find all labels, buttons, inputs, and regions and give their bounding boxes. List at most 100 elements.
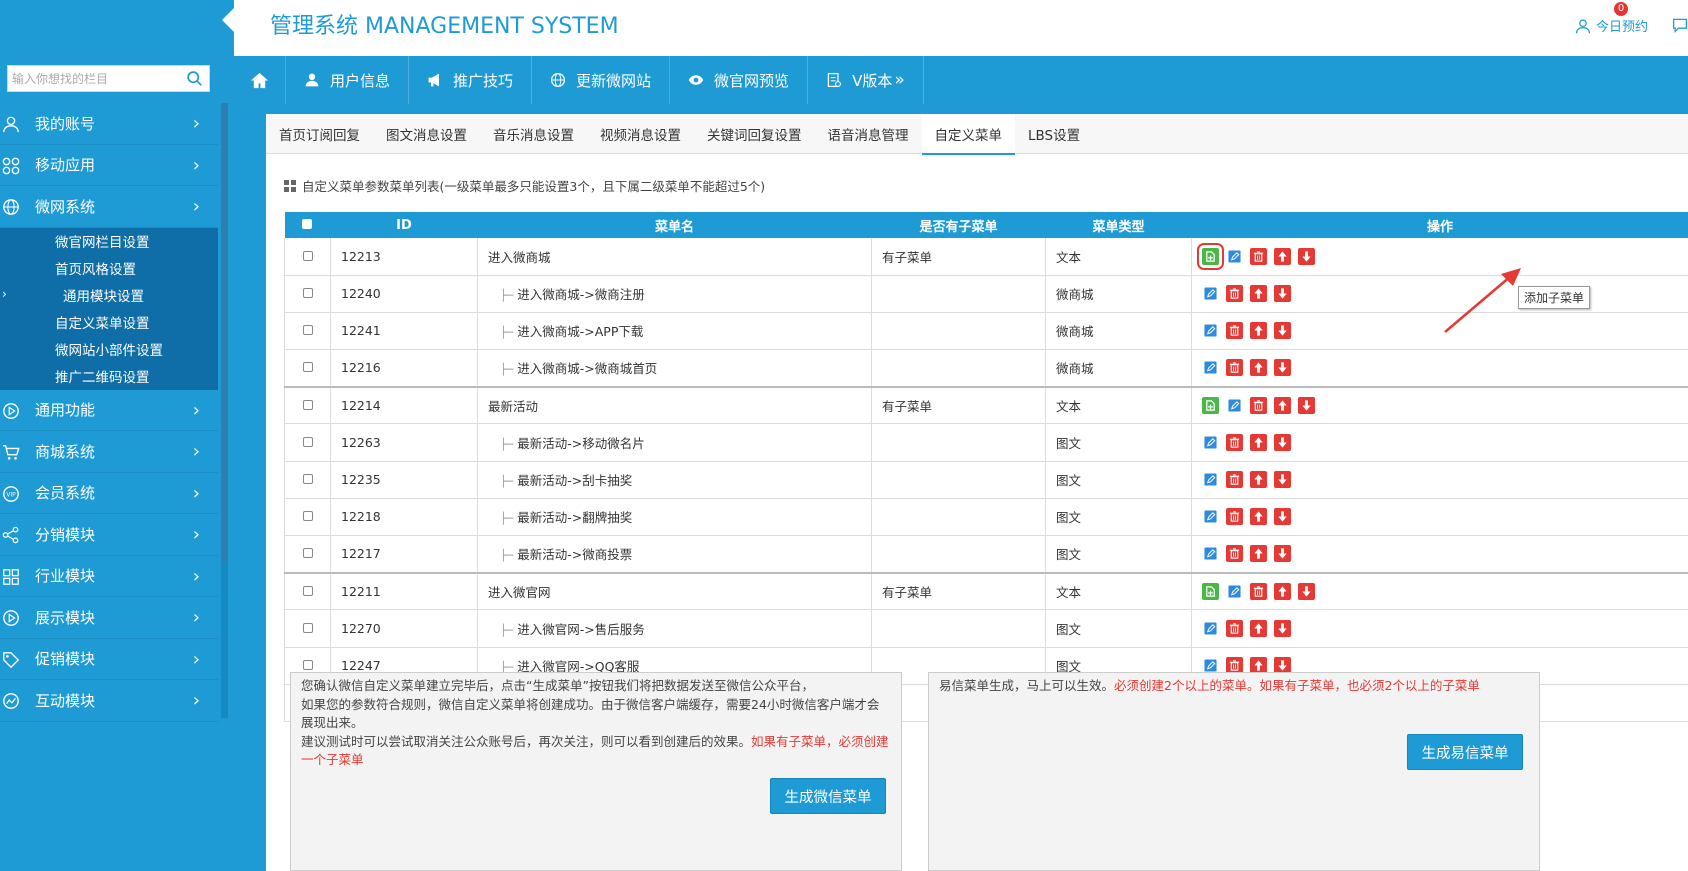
- move-up-icon[interactable]: [1250, 508, 1267, 526]
- add-submenu-icon[interactable]: [1197, 242, 1224, 270]
- generate-wechat-menu-button[interactable]: 生成微信菜单: [770, 778, 886, 814]
- move-down-icon[interactable]: [1274, 471, 1291, 489]
- search-icon[interactable]: [186, 70, 203, 87]
- generate-yixin-menu-button[interactable]: 生成易信菜单: [1407, 734, 1523, 770]
- home-button[interactable]: [234, 56, 286, 104]
- move-up-icon[interactable]: [1250, 545, 1267, 563]
- row-checkbox[interactable]: [302, 400, 313, 411]
- tab-news-message[interactable]: 图文消息设置: [373, 114, 480, 154]
- edit-icon[interactable]: [1202, 508, 1219, 526]
- move-up-icon[interactable]: [1250, 359, 1267, 377]
- delete-icon[interactable]: [1250, 583, 1267, 601]
- edit-icon[interactable]: [1226, 397, 1243, 415]
- edit-icon[interactable]: [1202, 545, 1219, 563]
- sidebar-item-distribution[interactable]: 分销模块 ›: [0, 514, 218, 556]
- tab-lbs[interactable]: LBS设置: [1015, 114, 1093, 154]
- sidebar-item-interactive[interactable]: 互动模块 ›: [0, 680, 218, 722]
- row-checkbox[interactable]: [302, 622, 313, 633]
- delete-icon[interactable]: [1226, 322, 1243, 340]
- row-checkbox[interactable]: [302, 660, 313, 671]
- delete-icon[interactable]: [1226, 434, 1243, 452]
- tab-subscribe-reply[interactable]: 首页订阅回复: [266, 114, 373, 154]
- sidebar-item-promotion[interactable]: 促销模块 ›: [0, 638, 218, 680]
- edit-icon[interactable]: [1202, 359, 1219, 377]
- sidebar-subitem-column[interactable]: 微官网栏目设置: [0, 228, 218, 255]
- delete-icon[interactable]: [1226, 619, 1243, 637]
- move-up-icon[interactable]: [1274, 583, 1291, 601]
- add-submenu-icon[interactable]: [1202, 397, 1219, 415]
- search-input[interactable]: [8, 66, 178, 91]
- edit-icon[interactable]: [1202, 434, 1219, 452]
- delete-icon[interactable]: [1226, 508, 1243, 526]
- row-checkbox[interactable]: [302, 250, 313, 261]
- row-checkbox[interactable]: [302, 437, 313, 448]
- tab-custom-menu[interactable]: 自定义菜单: [921, 114, 1015, 155]
- row-checkbox[interactable]: [302, 548, 313, 559]
- move-down-icon[interactable]: [1298, 397, 1315, 415]
- add-submenu-icon[interactable]: [1202, 583, 1219, 601]
- edit-icon[interactable]: [1202, 471, 1219, 489]
- sidebar-item-common[interactable]: 通用功能 ›: [0, 389, 218, 431]
- delete-icon[interactable]: [1226, 359, 1243, 377]
- move-down-icon[interactable]: [1274, 508, 1291, 526]
- tab-keyword-reply[interactable]: 关键词回复设置: [694, 114, 815, 154]
- delete-icon[interactable]: [1226, 545, 1243, 563]
- tab-video-message[interactable]: 视频消息设置: [587, 114, 694, 154]
- move-down-icon[interactable]: [1298, 583, 1315, 601]
- move-down-icon[interactable]: [1274, 285, 1291, 303]
- move-down-icon[interactable]: [1298, 247, 1315, 265]
- topnav-preview-site[interactable]: 微官网预览: [670, 56, 809, 104]
- sidebar-item-industry[interactable]: 行业模块 ›: [0, 555, 218, 597]
- sidebar-subitem-widgets[interactable]: 微网站小部件设置: [0, 336, 218, 363]
- tab-voice-message[interactable]: 语音消息管理: [815, 114, 922, 154]
- move-up-icon[interactable]: [1250, 471, 1267, 489]
- row-checkbox[interactable]: [302, 288, 313, 299]
- chat-icon[interactable]: [1672, 17, 1688, 33]
- edit-icon[interactable]: [1202, 619, 1219, 637]
- sidebar-item-display[interactable]: 展示模块 ›: [0, 597, 218, 639]
- row-checkbox[interactable]: [302, 474, 313, 485]
- sidebar-search[interactable]: [7, 65, 210, 92]
- edit-icon[interactable]: [1202, 285, 1219, 303]
- move-down-icon[interactable]: [1274, 619, 1291, 637]
- sidebar-item-microsite[interactable]: 微网系统 ›: [0, 186, 218, 228]
- move-down-icon[interactable]: [1274, 322, 1291, 340]
- today-appointments-link[interactable]: 今日预约: [1575, 16, 1648, 35]
- sidebar-subitem-style[interactable]: 首页风格设置: [0, 255, 218, 282]
- move-up-icon[interactable]: [1250, 322, 1267, 340]
- topnav-version[interactable]: V版本 »: [808, 56, 924, 104]
- select-all-checkbox[interactable]: [302, 218, 313, 229]
- app-title: 管理系统 MANAGEMENT SYSTEM: [270, 14, 619, 39]
- move-up-icon[interactable]: [1274, 247, 1291, 265]
- topnav-update-site[interactable]: 更新微网站: [532, 56, 671, 104]
- sidebar-item-shop[interactable]: 商城系统 ›: [0, 431, 218, 473]
- sidebar-scrollbar[interactable]: [221, 103, 228, 563]
- row-checkbox[interactable]: [302, 586, 313, 597]
- row-checkbox[interactable]: [302, 511, 313, 522]
- sidebar-item-account[interactable]: 我的账号 ›: [0, 103, 218, 145]
- row-checkbox[interactable]: [302, 325, 313, 336]
- move-up-icon[interactable]: [1250, 285, 1267, 303]
- edit-icon[interactable]: [1226, 247, 1243, 265]
- delete-icon[interactable]: [1226, 471, 1243, 489]
- sidebar-subitem-qrcode[interactable]: 推广二维码设置: [0, 363, 218, 390]
- move-up-icon[interactable]: [1250, 619, 1267, 637]
- sidebar-subitem-common-module[interactable]: › 通用模块设置: [0, 282, 218, 309]
- row-checkbox[interactable]: [302, 362, 313, 373]
- move-up-icon[interactable]: [1250, 434, 1267, 452]
- tab-music-message[interactable]: 音乐消息设置: [480, 114, 587, 154]
- topnav-promotion-tips[interactable]: 推广技巧: [409, 56, 533, 104]
- edit-icon[interactable]: [1226, 583, 1243, 601]
- sidebar-subitem-custom-menu[interactable]: 自定义菜单设置: [0, 309, 218, 336]
- topnav-user-info[interactable]: 用户信息: [286, 56, 410, 104]
- sidebar-item-mobile-apps[interactable]: 移动应用 ›: [0, 144, 218, 186]
- sidebar-item-member[interactable]: VIP 会员系统 ›: [0, 472, 218, 514]
- delete-icon[interactable]: [1226, 285, 1243, 303]
- delete-icon[interactable]: [1250, 247, 1267, 265]
- move-up-icon[interactable]: [1274, 397, 1291, 415]
- edit-icon[interactable]: [1202, 322, 1219, 340]
- move-down-icon[interactable]: [1274, 545, 1291, 563]
- delete-icon[interactable]: [1250, 397, 1267, 415]
- move-down-icon[interactable]: [1274, 359, 1291, 377]
- move-down-icon[interactable]: [1274, 434, 1291, 452]
